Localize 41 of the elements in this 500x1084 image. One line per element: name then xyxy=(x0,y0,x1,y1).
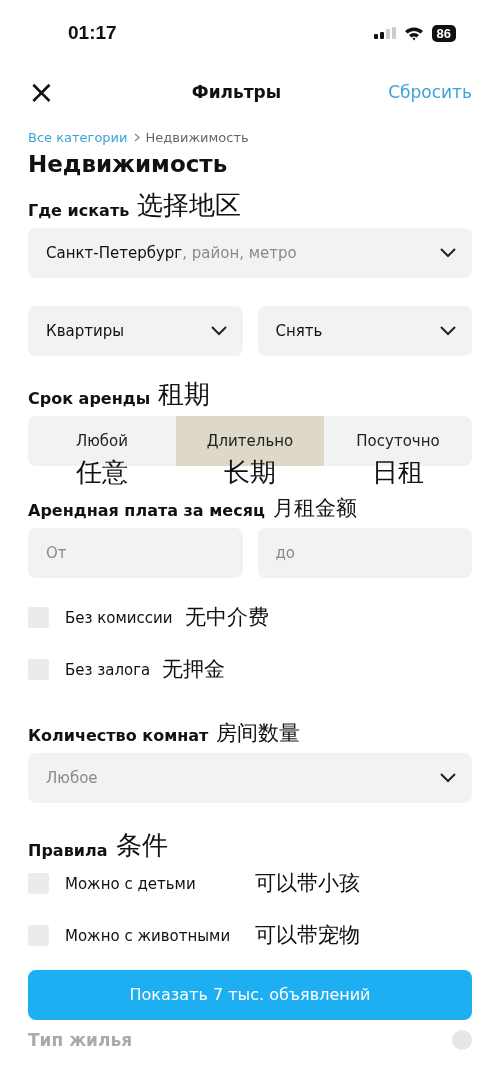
section-label: Арендная плата за месяц xyxy=(28,500,265,520)
annotation: 无中介费 xyxy=(184,606,269,630)
section-label: Тип жилья xyxy=(28,1029,133,1050)
section-label: Количество комнат xyxy=(28,725,209,745)
signal-icon xyxy=(373,27,396,39)
annotation: 可以带宠物 xyxy=(255,924,360,948)
section-label: Где искать xyxy=(28,200,130,220)
checkbox-label: Можно с животными xyxy=(65,926,232,945)
chevron-down-icon xyxy=(210,325,227,336)
screen-title: Фильтры xyxy=(191,82,282,102)
wifi-icon xyxy=(403,25,424,41)
breadcrumb-current: Недвижимость xyxy=(145,130,249,145)
annotation: 租期 xyxy=(158,379,211,409)
select-value: Санкт-Петербург xyxy=(46,243,183,262)
checkbox-label: Можно с детьми xyxy=(65,874,197,893)
checkbox-label: Без залога xyxy=(65,660,151,679)
status-time: 01:17 xyxy=(68,22,117,44)
price-from-field[interactable]: От xyxy=(28,527,243,578)
page-title: Недвижимость xyxy=(28,151,229,177)
annotation: 日租 xyxy=(372,458,424,487)
section-label: Правила xyxy=(28,840,108,860)
battery-level: 86 xyxy=(431,24,456,42)
section-label: Срок аренды xyxy=(28,389,151,409)
annotation: 无押金 xyxy=(162,658,226,682)
annotation: 可以带小孩 xyxy=(255,872,360,896)
chevron-down-icon xyxy=(440,325,456,336)
location-select[interactable]: Санкт-Петербург, район, метро xyxy=(28,227,472,278)
close-button[interactable]: × xyxy=(28,76,55,108)
annotation: 选择地区 xyxy=(137,191,242,220)
price-to-field[interactable]: до xyxy=(257,527,472,578)
dropdown-select[interactable]: Снять xyxy=(257,305,472,356)
chevron-down-icon xyxy=(440,247,456,258)
chevron-icon xyxy=(133,133,140,142)
annotation: 房间数量 xyxy=(216,721,301,745)
chevron-down-icon xyxy=(440,772,456,783)
dropdown-select[interactable]: Квартиры xyxy=(28,305,243,356)
annotation: 条件 xyxy=(115,830,168,860)
annotation: 任意 xyxy=(76,458,128,487)
annotation: 月租金额 xyxy=(272,496,357,520)
checkbox-label: Без комиссии xyxy=(65,608,173,627)
select-placeholder: , район, метро xyxy=(182,243,297,262)
